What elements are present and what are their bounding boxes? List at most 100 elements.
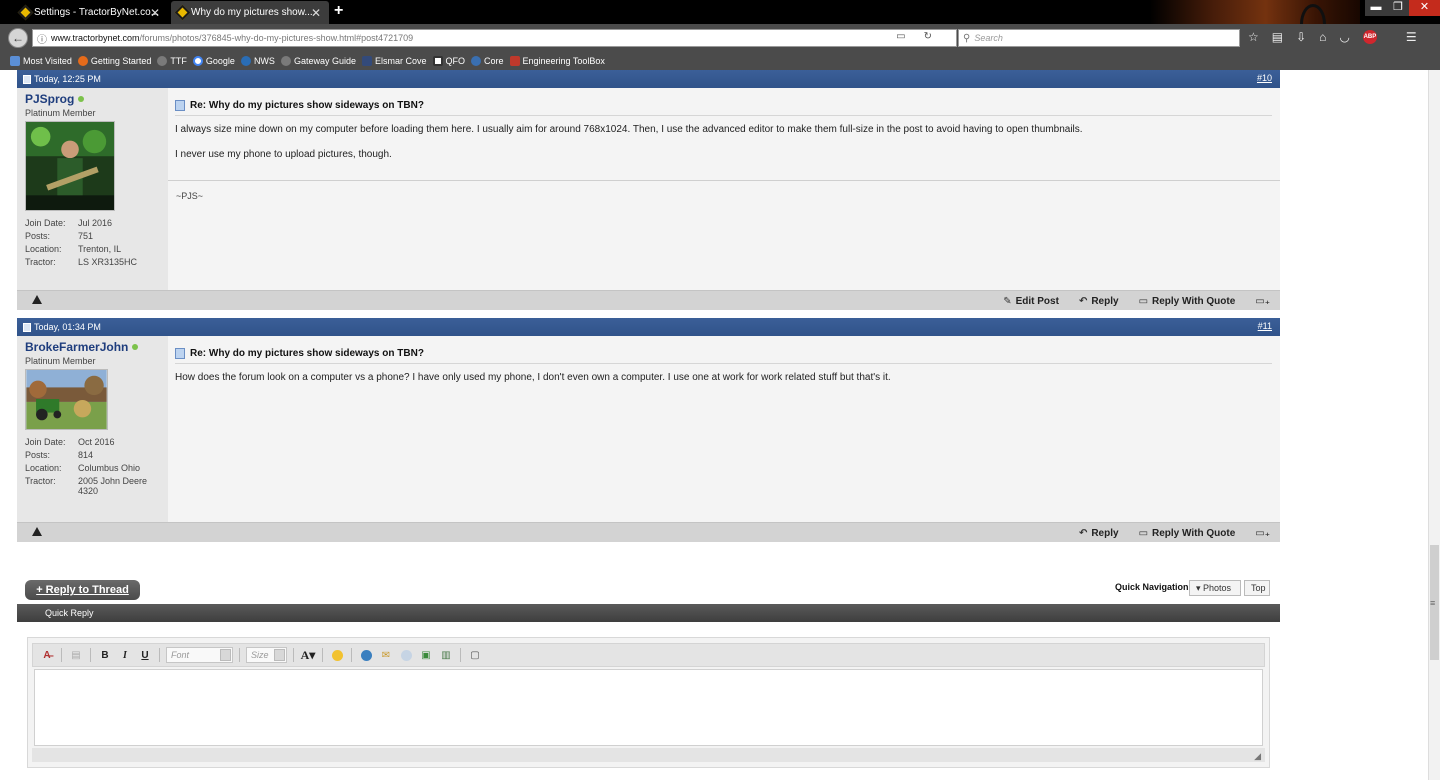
new-tab-button[interactable]: +: [334, 2, 343, 20]
post-number-link[interactable]: #10: [1257, 73, 1272, 83]
insert-video-icon[interactable]: ▥: [438, 647, 454, 663]
reply-button[interactable]: ↶ Reply: [1079, 528, 1119, 539]
tractorbynet-favicon: [174, 4, 191, 21]
username-link[interactable]: PJSprog: [25, 92, 160, 106]
navigation-toolbar: ← ⓘ www.tractorbynet.com/forums/photos/3…: [0, 24, 1440, 52]
insert-image-icon[interactable]: ▣: [418, 647, 434, 663]
bookmark-engineering-toolbox[interactable]: Engineering ToolBox: [509, 56, 605, 66]
close-window-button[interactable]: ✕: [1409, 0, 1440, 16]
bookmark-star-icon[interactable]: ☆: [1248, 30, 1259, 44]
size-select[interactable]: Size: [246, 647, 287, 663]
nws-icon: [240, 56, 251, 66]
scroll-arrow-icon: ≡: [1430, 598, 1436, 608]
post-number-link[interactable]: #11: [1258, 321, 1272, 331]
underline-button[interactable]: U: [137, 647, 153, 663]
paste-icon[interactable]: ▤: [68, 647, 84, 663]
reply-to-thread-button[interactable]: + Reply to Thread: [25, 580, 140, 600]
multi-quote-button[interactable]: ▭₊: [1255, 296, 1270, 307]
multi-quote-button[interactable]: ▭₊: [1255, 528, 1270, 539]
post-paragraph: I always size mine down on my computer b…: [175, 124, 1083, 135]
bookmark-qfo[interactable]: QFO: [432, 56, 465, 66]
engineering-toolbox-icon: [509, 56, 520, 66]
url-path: /forums/photos/376845-why-do-my-pictures…: [139, 33, 414, 43]
bookmark-getting-started[interactable]: Getting Started: [77, 56, 151, 66]
reply-with-quote-button[interactable]: ▭ Reply With Quote: [1139, 296, 1236, 307]
insert-link-icon[interactable]: [358, 647, 374, 663]
minimize-window-button[interactable]: ▬: [1365, 0, 1387, 16]
bold-button[interactable]: B: [97, 647, 113, 663]
post-header: Today, 01:34 PM #11: [17, 318, 1280, 336]
avatar[interactable]: [25, 121, 115, 211]
bookmark-gateway-guide[interactable]: Gateway Guide: [280, 56, 356, 66]
remove-link-icon[interactable]: [398, 647, 414, 663]
forum-post: Today, 12:25 PM #10 PJSprog Platinum Mem…: [17, 70, 1280, 310]
text-color-button[interactable]: A▾: [300, 647, 316, 663]
bookmark-core[interactable]: Core: [471, 56, 504, 66]
url-text: www.tractorbynet.com/forums/photos/37684…: [51, 33, 413, 43]
info-icon[interactable]: ⓘ: [33, 31, 51, 46]
avatar[interactable]: [25, 369, 108, 430]
user-info-panel: PJSprog Platinum Member Join Date: Jul 20…: [17, 88, 168, 290]
post-date: Today, 12:25 PM: [34, 74, 101, 84]
bookmark-elsmar-cove[interactable]: Elsmar Cove: [361, 56, 427, 66]
username-link[interactable]: BrokeFarmerJohn: [25, 340, 160, 354]
search-input[interactable]: ⚲ Search: [958, 29, 1240, 47]
pocket-icon[interactable]: ◡: [1339, 30, 1349, 44]
reply-button[interactable]: ↶ Reply: [1079, 296, 1119, 307]
firefox-icon: [77, 56, 88, 66]
quick-reply-header[interactable]: Quick Reply: [17, 604, 1280, 622]
post-date: Today, 01:34 PM: [34, 322, 101, 332]
address-bar[interactable]: ⓘ www.tractorbynet.com/forums/photos/376…: [32, 29, 957, 47]
document-icon: [175, 348, 185, 359]
download-icon[interactable]: ⇩: [1296, 30, 1306, 44]
bookmark-ttf[interactable]: TTF: [157, 56, 187, 66]
online-status-icon: [132, 344, 139, 350]
photos-forum-dropdown[interactable]: ▾ Photos: [1189, 580, 1241, 596]
multi-quote-icon: ▭₊: [1255, 527, 1270, 539]
reply-arrow-icon: ↶: [1078, 295, 1088, 307]
elsmar-icon: [361, 56, 372, 66]
bookmark-nws[interactable]: NWS: [240, 56, 275, 66]
reader-reload-icons[interactable]: ▭↻: [896, 31, 950, 42]
maximize-window-button[interactable]: ❐: [1387, 0, 1409, 16]
page-scrollbar[interactable]: [1428, 70, 1440, 780]
reading-list-icon[interactable]: ▤: [1272, 30, 1283, 44]
resize-grip-icon[interactable]: ◢: [1254, 751, 1261, 762]
reply-with-quote-button[interactable]: ▭ Reply With Quote: [1139, 528, 1236, 539]
tab-current[interactable]: Why do my pictures show... ✕: [171, 1, 329, 24]
core-icon: [471, 56, 481, 66]
chevron-down-icon: [220, 649, 231, 661]
quote-bubble-icon: ▭: [1138, 295, 1149, 307]
editor-toolbar: A̶ ▤ B I U Font Size A▾ ✉ ▣ ▥ ▢: [32, 643, 1265, 667]
user-title: Platinum Member: [25, 108, 96, 118]
menu-icon[interactable]: ☰: [1406, 30, 1417, 44]
back-button[interactable]: ←: [8, 28, 28, 48]
quote-icon[interactable]: ▢: [467, 647, 483, 663]
adblock-icon[interactable]: ABP: [1362, 30, 1377, 44]
quote-bubble-icon: ▭: [1138, 527, 1149, 539]
report-post-icon[interactable]: [32, 527, 42, 536]
home-icon[interactable]: ⌂: [1319, 30, 1326, 44]
edit-post-button[interactable]: ✎ Edit Post: [1003, 296, 1059, 307]
message-textarea[interactable]: [34, 669, 1263, 746]
post-title: Re: Why do my pictures show sideways on …: [175, 348, 1272, 364]
bookmark-most-visited[interactable]: Most Visited: [10, 56, 72, 66]
italic-button[interactable]: I: [117, 647, 133, 663]
post-paragraph: I never use my phone to upload pictures,…: [175, 149, 392, 160]
insert-email-icon[interactable]: ✉: [378, 647, 394, 663]
editor-resize-bar: ◢: [32, 748, 1265, 762]
remove-format-icon[interactable]: A̶: [39, 647, 55, 663]
post-body: BrokeFarmerJohn Platinum Member Join Dat…: [17, 336, 1280, 522]
smilie-icon[interactable]: [329, 647, 345, 663]
bookmark-google[interactable]: Google: [192, 56, 235, 66]
font-select[interactable]: Font: [166, 647, 233, 663]
toolbar-icons: ☆ ▤ ⇩ ⌂ ◡ ABP ☰: [1248, 30, 1417, 44]
close-tab-icon[interactable]: ✕: [150, 6, 160, 20]
close-tab-icon[interactable]: ✕: [311, 6, 321, 20]
report-post-icon[interactable]: [32, 295, 42, 304]
top-button[interactable]: Top: [1244, 580, 1270, 596]
tab-settings[interactable]: Settings - TractorByNet.co... ✕: [14, 1, 168, 24]
search-placeholder: Search: [974, 33, 1003, 43]
post-title: Re: Why do my pictures show sideways on …: [175, 100, 1272, 116]
user-stats: Join Date: Jul 2016 Posts: 751 Location: Tr…: [25, 218, 138, 267]
